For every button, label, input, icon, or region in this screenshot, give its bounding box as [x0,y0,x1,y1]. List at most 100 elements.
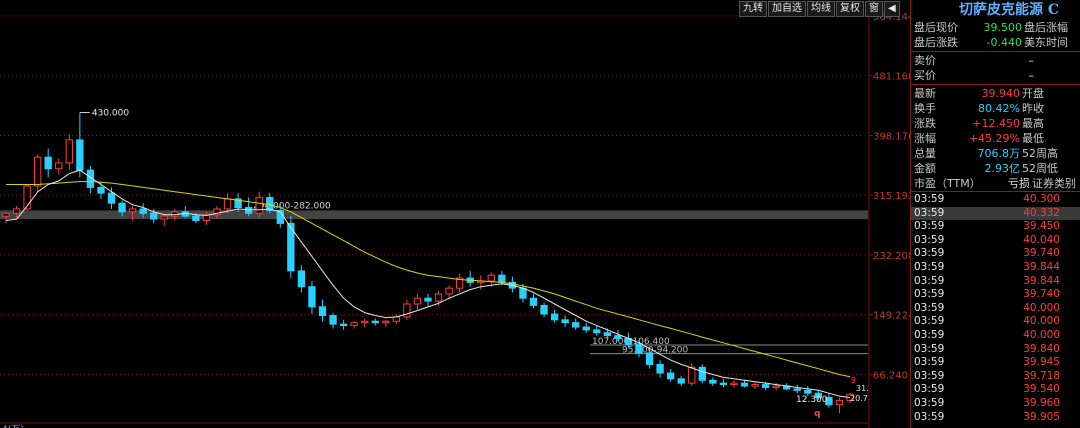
adjust-price-button[interactable]: 复权 [836,1,864,17]
tick-price: 39.960 [1023,396,1060,409]
tick-price: 39.540 [1023,383,1060,396]
stat-label-2: 52周高 [1022,147,1058,160]
stat-label: 涨跌 [914,117,936,130]
tick-row[interactable]: 03:59 40.040 [911,234,1080,248]
candle-body [698,366,706,381]
tick-row[interactable]: 03:59 40.332 [911,206,1080,221]
tick-row[interactable]: 03:59 39.718 [911,370,1080,384]
tick-price: 40.000 [1023,328,1060,341]
candle-body [128,208,137,213]
quote-panel: 切萨皮克能源 C 盘后现价 39.500 盘后涨幅 盘后涨跌 -0.440 美东… [910,0,1080,428]
candle-body [2,212,10,217]
tick-price: 40.000 [1023,301,1060,314]
stat-value: +45.29% [968,132,1020,145]
tick-time: 03:59 [914,288,945,301]
tick-time: 03:59 [914,369,945,382]
stat-label: 总量 [914,147,936,160]
tick-row[interactable]: 03:59 40.000 [911,302,1080,316]
candle-body [519,287,527,299]
candle-body [223,198,232,210]
stat-value: 2.93亿 [984,162,1021,175]
candle-body [55,162,63,170]
candle-body [118,202,126,213]
tick-time: 03:59 [914,383,945,396]
tick-list[interactable]: 03:59 40.300 03:59 40.332 03:59 39.450 03:59 40… [911,193,1080,424]
after-hours-price-label: 盘后现价 [914,21,958,34]
price-tick-label: 398.176 [873,131,910,142]
stat-label-2: 最低 [1022,132,1044,145]
tick-row[interactable]: 03:59 39.740 [911,288,1080,302]
stat-label-2: 开盘 [1022,87,1044,100]
candle-body [561,319,569,324]
quote-stats: 最新 39.940 开盘 换手 80.42% 昨收 涨跌 +12.450 最高 涨幅 +45.29%… [911,86,1080,191]
stat-row: 涨幅 +45.29% 最低 [911,131,1080,146]
kline-chart-panel[interactable]: 564.144481.160398.176315.192232.208149.2… [0,0,910,428]
candle-body [677,378,685,384]
tick-row[interactable]: 03:59 40.000 [911,315,1080,329]
candle-body [12,208,21,214]
candle-body [793,388,801,391]
candle-body [150,212,158,220]
tick-time: 03:59 [914,410,945,423]
tick-row[interactable]: 03:59 39.905 [911,411,1080,425]
stat-label: 金额 [914,162,936,175]
tick-time: 03:59 [914,233,945,246]
candle-body [255,196,263,214]
candle-body [719,382,728,386]
candle-body [329,314,337,325]
candle-body [76,139,84,171]
buy-value: – [1028,69,1035,82]
right-label-1: 31. [856,384,869,393]
stat-value: 亏损 [1008,177,1030,190]
candle-body [487,274,495,282]
candle-body [33,156,42,187]
kline-chart[interactable]: 564.144481.160398.176315.192232.208149.2… [0,0,910,428]
candle-body [424,297,432,302]
tick-row[interactable]: 03:59 39.945 [911,356,1080,370]
tick-row[interactable]: 03:59 39.840 [911,343,1080,357]
chart-toolbar: 九转 加自选 均线 复权 窗 ◀ [738,1,900,17]
candle-body [709,379,717,384]
stat-value: 706.8万 [977,147,1021,160]
after-hours-price-value: 39.500 [983,21,1023,34]
window-button[interactable]: 窗 [865,1,883,17]
tick-row[interactable]: 03:59 39.740 [911,247,1080,261]
tick-time: 03:59 [914,193,945,205]
candle-body [339,323,348,327]
price-tick-label: 232.208 [873,251,910,262]
candle-body [804,389,812,394]
candle-body [392,316,401,322]
tick-row[interactable]: 03:59 39.844 [911,261,1080,275]
buy-label: 买价 [914,69,936,82]
candle-body [160,215,168,220]
tick-price: 40.300 [1023,193,1060,205]
sell-value: – [1028,54,1035,67]
stat-value: 80.42% [978,102,1020,115]
tick-time: 03:59 [914,315,945,328]
candle-body [361,320,369,324]
tick-row[interactable]: 03:59 39.540 [911,383,1080,397]
after-hours-price-row: 盘后现价 39.500 盘后涨幅 [911,20,1080,35]
tick-row[interactable]: 03:59 39.960 [911,397,1080,411]
tick-row[interactable]: 03:59 40.000 [911,329,1080,343]
stat-row: 总量 706.8万 52周高 [911,146,1080,161]
add-watchlist-button[interactable]: 加自选 [768,1,806,17]
stat-label-2: 最高 [1022,117,1044,130]
tick-time: 03:59 [914,328,945,341]
candle-body [107,192,116,204]
moving-average-button[interactable]: 均线 [807,1,835,17]
tick-row[interactable]: 03:59 39.450 [911,220,1080,234]
tick-row[interactable]: 03:59 40.300 [911,193,1080,207]
collapse-panel-icon[interactable]: ◀ [884,1,900,17]
tick-row[interactable]: 03:59 39.844 [911,275,1080,289]
candle-body [740,382,749,387]
candle-body [835,399,844,406]
low-price-label: 12.300 [796,395,828,405]
nine-turn-button[interactable]: 九转 [739,1,767,17]
candle-body [192,215,200,221]
stat-label-2: 昨收 [1022,102,1044,115]
tick-time: 03:59 [914,342,945,355]
candle-body [550,313,559,321]
candle-body [97,186,105,194]
tick-price: 39.718 [1023,369,1060,382]
